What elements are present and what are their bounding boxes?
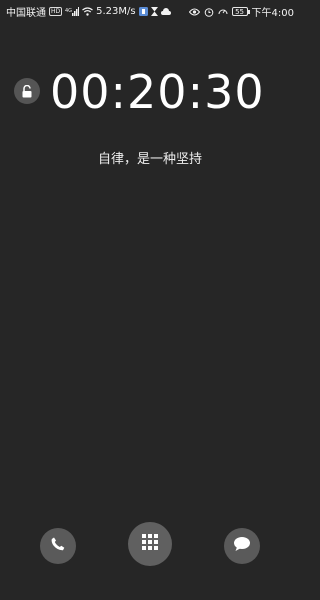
eye-icon — [188, 8, 200, 16]
app-drawer-button[interactable] — [128, 522, 172, 566]
phone-icon — [50, 536, 66, 556]
lockscreen-motto: 自律，是一种坚持 — [97, 152, 202, 167]
phone-button[interactable] — [40, 528, 76, 564]
battery-icon: 55 — [231, 7, 250, 16]
app-grid-icon — [141, 533, 159, 555]
alarm-icon — [204, 7, 214, 17]
app-notification-icon — [138, 7, 148, 16]
battery-level: 55 — [235, 8, 244, 16]
network-tag: HD — [49, 7, 63, 16]
lockscreen-clock: 00:20:30 — [50, 65, 265, 119]
unlock-icon[interactable] — [14, 78, 40, 104]
signal-icon: 4G — [65, 7, 80, 16]
network-gen: 4G — [65, 8, 72, 14]
status-time: 下午4:00 — [251, 8, 294, 19]
status-bar: 中国联通 HD 4G 5.23M/s 55 下午4:00 — [0, 0, 300, 20]
net-speed: 5.23M/s — [96, 6, 136, 17]
message-button[interactable] — [224, 528, 260, 564]
message-icon — [233, 536, 251, 556]
carrier-name: 中国联通 — [6, 8, 46, 19]
cloud-icon — [160, 7, 171, 16]
wifi-icon — [82, 7, 94, 16]
speedometer-icon — [218, 7, 228, 17]
hourglass-icon — [150, 7, 158, 16]
status-bar-right: 55 下午4:00 — [188, 4, 294, 19]
status-bar-left: 中国联通 HD 4G 5.23M/s — [6, 4, 171, 19]
